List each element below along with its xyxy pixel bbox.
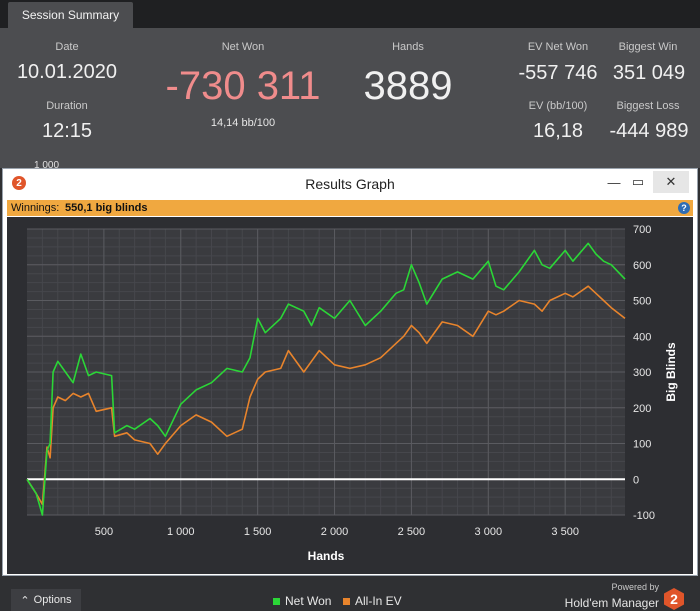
net-won-label: Net Won [221, 41, 265, 53]
results-chart: 500 1 000 1 500 2 000 2 500 3 000 3 500 700 600 5… [26, 224, 678, 563]
x-tick-label: 3 000 [475, 526, 503, 538]
maximize-button[interactable]: ▭ [625, 171, 651, 193]
y-tick-label: 400 [633, 331, 651, 343]
x-axis-title: Hands [308, 549, 345, 563]
biggest-loss-value: -444 989 [609, 120, 689, 142]
ev-net-won-label: EV Net Won [527, 41, 589, 53]
y-tick-label: 0 [633, 474, 639, 486]
svg-text:2: 2 [670, 591, 678, 607]
y-tick-label: 500 [633, 296, 651, 308]
x-tick-label: 1 000 [167, 526, 195, 538]
biggest-loss-label: Biggest Loss [616, 100, 680, 112]
bb-per-100: 14,14 bb/100 [210, 117, 276, 129]
legend-all-in-ev: All-In EV [343, 594, 402, 608]
y-tick-label: -100 [633, 510, 655, 522]
maximize-icon: ▭ [631, 174, 645, 189]
y-axis-title: Big Blinds [664, 342, 678, 402]
close-button[interactable]: ✕ [653, 171, 689, 193]
results-graph-window: 2 Results Graph — ▭ ✕ Winnings: 550,1 bi… [2, 168, 698, 611]
ev-net-won-value: -557 746 [518, 62, 598, 84]
date-value: 10.01.2020 [16, 61, 118, 83]
duration-value: 12:15 [41, 120, 93, 142]
legend-net-won: Net Won [273, 594, 331, 608]
duration-label: Duration [46, 100, 88, 112]
minimize-icon: — [607, 174, 621, 190]
winnings-bar: Winnings: 550,1 big blinds ? [7, 200, 693, 216]
y-tick-label: 200 [633, 403, 651, 415]
hands-label: Hands [392, 41, 424, 53]
x-tick-label: 2 500 [398, 526, 426, 538]
biggest-win-value: 351 049 [612, 62, 686, 84]
winnings-label: Winnings: [11, 202, 60, 214]
legend-swatch-all-in-ev [343, 597, 350, 605]
ev-bb-label: EV (bb/100) [528, 100, 588, 112]
window-title: Results Graph [305, 176, 395, 192]
winnings-value: 550,1 big blinds [65, 202, 148, 214]
legend-label-all-in-ev: All-In EV [355, 594, 402, 608]
session-summary-panel: Date 10.01.2020 Duration 12:15 Net Won -… [0, 28, 700, 168]
y-tick-label: 700 [633, 224, 651, 236]
y-tick-label: 600 [633, 260, 651, 272]
help-icon[interactable]: ? [678, 202, 690, 214]
x-tick-label: 3 500 [551, 526, 579, 538]
biggest-win-label: Biggest Win [618, 41, 678, 53]
close-icon: ✕ [665, 174, 677, 189]
brand-name: Hold'em Manager [564, 596, 659, 610]
y-tick-label: 100 [633, 439, 651, 451]
title-bar: 2 Results Graph — ▭ ✕ [3, 169, 697, 197]
brand-logo-icon: 2 [664, 588, 684, 610]
ev-bb-value: 16,18 [532, 120, 584, 142]
options-button[interactable]: ⌃ Options [11, 589, 81, 611]
top-bar: Session Summary [0, 0, 700, 28]
x-tick-label: 1 500 [244, 526, 272, 538]
tab-session-summary[interactable]: Session Summary [8, 2, 133, 28]
hands-value: 3889 [363, 64, 453, 108]
x-tick-label: 500 [95, 526, 113, 538]
legend-label-net-won: Net Won [285, 594, 332, 608]
powered-by-text: Powered by [611, 582, 659, 592]
legend-swatch-net-won [273, 597, 280, 605]
chevron-up-icon: ⌃ [20, 594, 30, 607]
net-won-value: -730 311 [165, 64, 321, 108]
y-tick-label: 300 [633, 367, 651, 379]
options-label: Options [33, 594, 72, 606]
x-tick-label: 2 000 [321, 526, 349, 538]
chart-panel: 500 1 000 1 500 2 000 2 500 3 000 3 500 700 600 5… [7, 217, 693, 611]
minimize-button[interactable]: — [601, 171, 627, 193]
date-label: Date [55, 41, 79, 53]
